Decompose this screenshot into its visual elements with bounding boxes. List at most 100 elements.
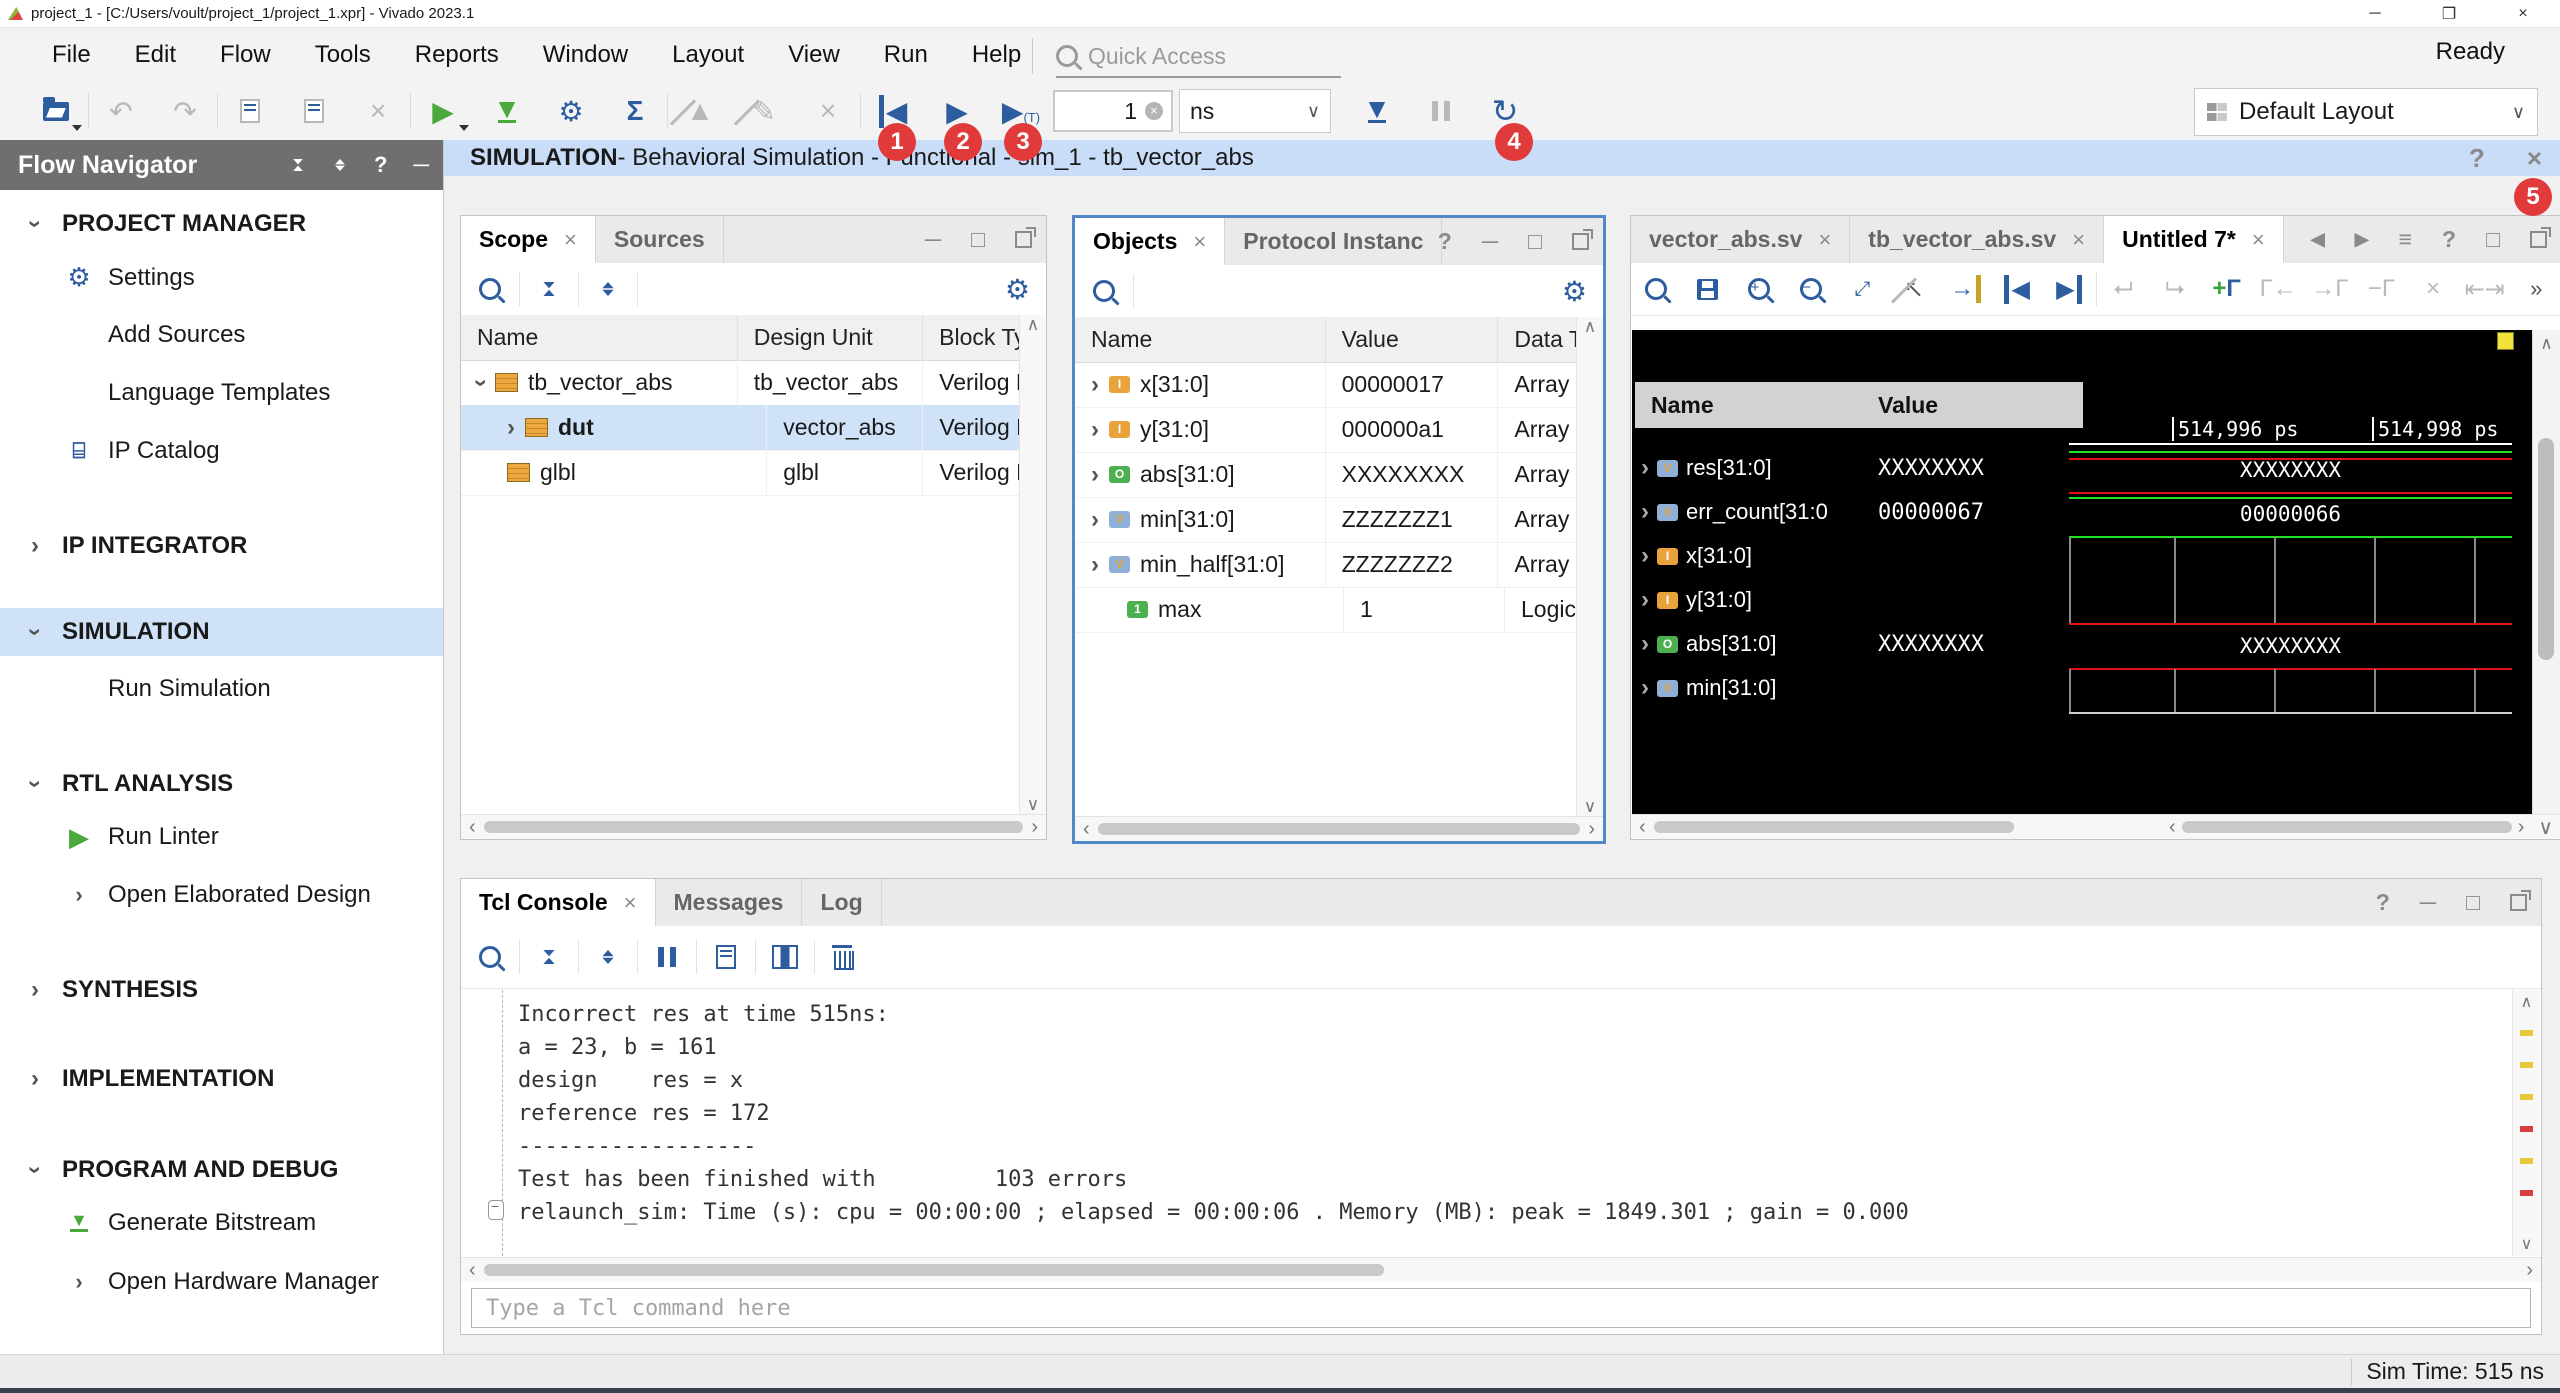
scroll-right-icon[interactable]: › xyxy=(1031,816,1038,839)
chevron-right-icon[interactable]: › xyxy=(1091,373,1099,397)
vertical-scrollbar[interactable]: ∧ xyxy=(2532,330,2560,814)
collapse-all-button[interactable] xyxy=(520,279,578,299)
table-row[interactable]: › min_half[31:0] ZZZZZZZ2 Array xyxy=(1075,542,1603,588)
horizontal-scrollbar[interactable]: ‹ › xyxy=(1075,816,1603,841)
copy-button[interactable] xyxy=(697,945,755,969)
sidebar-item-rtl-analysis[interactable]: › RTL ANALYSIS xyxy=(0,760,443,808)
pause-button[interactable] xyxy=(1409,89,1473,133)
scroll-up-icon[interactable]: ∧ xyxy=(2533,334,2560,354)
chevron-right-icon[interactable]: › xyxy=(1641,632,1649,656)
gear-icon[interactable]: ⚙ xyxy=(1562,275,1587,308)
table-row[interactable]: glbl glbl Verilog M xyxy=(461,450,1046,496)
tab-vector-abs-sv[interactable]: vector_abs.sv× xyxy=(1631,216,1850,263)
sidebar-item-implementation[interactable]: › IMPLEMENTATION xyxy=(0,1055,443,1103)
menu-help[interactable]: Help xyxy=(972,41,1021,69)
chevron-down-icon[interactable]: › xyxy=(23,769,47,799)
close-tab-icon[interactable]: × xyxy=(564,227,577,253)
menu-run[interactable]: Run xyxy=(884,41,928,69)
console-output[interactable]: Incorrect res at time 515ns: a = 23, b =… xyxy=(462,990,2513,1256)
go-to-time-button[interactable]: → xyxy=(1941,275,1991,303)
table-row[interactable]: › tb_vector_abs tb_vector_abs Verilog M xyxy=(461,360,1046,406)
disabled-elaborate-button[interactable]: ▲ xyxy=(668,89,732,133)
tab-objects[interactable]: Objects× xyxy=(1075,218,1225,265)
collapse-all-button[interactable] xyxy=(520,947,578,967)
sidebar-item-run-simulation[interactable]: Run Simulation xyxy=(0,665,443,713)
chevron-right-icon[interactable]: › xyxy=(1641,456,1649,480)
table-row[interactable]: › x[31:0] 00000017 Array xyxy=(1075,362,1603,408)
menu-layout[interactable]: Layout xyxy=(672,41,744,69)
scroll-right-icon[interactable]: › xyxy=(1588,818,1595,841)
settings-button[interactable]: ⚙ xyxy=(539,89,603,133)
wave-column-header-value[interactable]: Value xyxy=(1862,382,2083,428)
scroll-left-icon[interactable]: ‹ xyxy=(1083,818,1090,841)
tab-sources[interactable]: Sources xyxy=(596,216,724,263)
paste-button[interactable] xyxy=(282,89,346,133)
chevron-down-icon[interactable]: › xyxy=(23,1155,47,1185)
undo-button[interactable]: ↶ xyxy=(89,89,153,133)
scroll-left-icon[interactable]: ‹ xyxy=(1639,816,1646,839)
expand-all-button[interactable] xyxy=(579,947,637,967)
run-button[interactable]: ▶ xyxy=(411,89,475,133)
collapse-all-icon[interactable] xyxy=(293,159,303,171)
close-tab-icon[interactable]: × xyxy=(624,890,637,916)
quick-access-search[interactable]: Quick Access xyxy=(1056,36,1341,78)
vertical-scrollbar[interactable]: ∧∨ xyxy=(1019,315,1046,815)
gear-icon[interactable]: ⚙ xyxy=(1005,273,1030,306)
column-header-name[interactable]: Name xyxy=(461,315,738,360)
expand-all-icon[interactable] xyxy=(335,159,345,171)
sidebar-item-ip-integrator[interactable]: › IP INTEGRATOR xyxy=(0,522,443,570)
disabled-edit-button[interactable]: ✎ xyxy=(732,89,796,133)
sidebar-item-program-and-debug[interactable]: › PROGRAM AND DEBUG xyxy=(0,1146,443,1194)
chevron-down-icon[interactable]: › xyxy=(469,379,493,387)
scroll-down-icon[interactable]: ∨ xyxy=(2538,815,2553,840)
undo-zoom-button[interactable]: ⮠ xyxy=(2098,275,2148,303)
clear-icon[interactable]: × xyxy=(1145,102,1163,120)
menu-window[interactable]: Window xyxy=(543,41,628,69)
menu-reports[interactable]: Reports xyxy=(415,41,499,69)
sidebar-item-open-elaborated-design[interactable]: › Open Elaborated Design xyxy=(0,871,443,919)
help-icon[interactable]: ? xyxy=(2376,889,2390,916)
generate-bitstream-button[interactable]: ▼ xyxy=(475,89,539,133)
sidebar-item-ip-catalog[interactable]: ⌸ IP Catalog xyxy=(0,427,443,475)
disabled-close-button[interactable]: × xyxy=(796,89,860,133)
next-transition-button[interactable]: ▶ xyxy=(2044,275,2094,304)
scroll-left-icon[interactable]: ‹ xyxy=(2169,816,2176,839)
tab-messages[interactable]: Messages xyxy=(656,879,803,926)
table-row[interactable]: max 1 Logic xyxy=(1075,587,1603,633)
clear-console-button[interactable] xyxy=(815,945,873,970)
sidebar-item-simulation[interactable]: › SIMULATION xyxy=(0,608,443,656)
delete-button[interactable]: × xyxy=(2408,275,2458,303)
horizontal-scrollbar[interactable]: ‹ › xyxy=(461,1257,2541,1282)
zoom-out-button[interactable]: − xyxy=(1786,278,1836,300)
menu-file[interactable]: File xyxy=(52,41,91,69)
chevron-right-icon[interactable]: › xyxy=(1641,544,1649,568)
close-tab-icon[interactable]: × xyxy=(1818,227,1831,253)
scrollbar-thumb[interactable] xyxy=(2538,438,2554,660)
maximize-panel-icon[interactable]: □ xyxy=(971,226,985,253)
wave-signal-name[interactable]: › y[31:0] xyxy=(1635,578,1863,622)
table-row[interactable]: › abs[31:0] XXXXXXXX Array xyxy=(1075,452,1603,498)
report-button[interactable]: Σ xyxy=(603,89,667,133)
close-tab-icon[interactable]: × xyxy=(2252,227,2265,253)
wave-canvas[interactable]: 514,996 ps 514,998 ps XXXXXXXX 00000066 xyxy=(2069,330,2512,814)
chevron-right-icon[interactable]: › xyxy=(507,416,515,440)
chevron-right-icon[interactable]: › xyxy=(1091,553,1099,577)
wave-signal-name[interactable]: › min[31:0] xyxy=(1635,666,1863,710)
help-icon[interactable]: ? xyxy=(2442,226,2456,253)
chevron-right-icon[interactable]: › xyxy=(1091,508,1099,532)
minimize-panel-icon[interactable]: ─ xyxy=(413,152,429,178)
chevron-right-icon[interactable]: › xyxy=(1091,418,1099,442)
scroll-right-icon[interactable]: › xyxy=(2526,1259,2533,1282)
sidebar-item-open-hardware-manager[interactable]: › Open Hardware Manager xyxy=(0,1258,443,1306)
float-panel-icon[interactable] xyxy=(1572,233,1589,250)
scroll-left-icon[interactable]: ‹ xyxy=(469,1259,476,1282)
column-header-design-unit[interactable]: Design Unit xyxy=(738,315,923,360)
help-icon[interactable]: ? xyxy=(374,152,387,178)
table-row-selected[interactable]: › dut vector_abs Verilog M xyxy=(461,405,1046,451)
chevron-down-icon[interactable]: › xyxy=(23,617,47,647)
chevron-right-icon[interactable]: › xyxy=(1641,588,1649,612)
tab-menu-icon[interactable]: ≡ xyxy=(2399,226,2412,253)
redo-zoom-button[interactable]: ⮡ xyxy=(2150,275,2200,303)
table-row[interactable]: › min[31:0] ZZZZZZZ1 Array xyxy=(1075,497,1603,543)
wave-signal-name[interactable]: › abs[31:0] xyxy=(1635,622,1863,666)
